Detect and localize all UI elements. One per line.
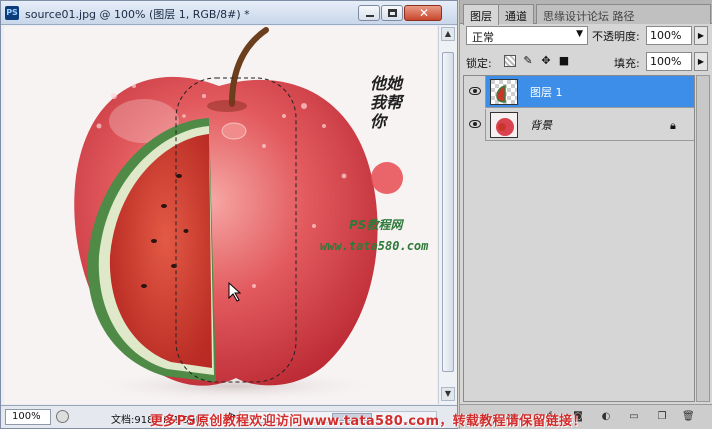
fill-field[interactable]: 100% (646, 52, 692, 71)
new-group-icon[interactable]: ▭ (628, 411, 640, 423)
document-info: 文档:918.8K/1.59M (111, 415, 204, 426)
stem-cavity (207, 100, 247, 112)
opacity-field[interactable]: 100% (646, 26, 692, 45)
large-droplet (221, 122, 247, 140)
layer1-thumbnail-art (496, 85, 506, 103)
opacity-slider-arrow-icon[interactable]: ▶ (694, 26, 708, 45)
status-options-icon[interactable] (56, 410, 69, 423)
opacity-label: 不透明度: (592, 30, 640, 43)
image-canvas[interactable]: 他她 我帮 你 PS教程网 www.tata580.com (4, 26, 437, 404)
link-layers-icon[interactable]: ∞ (504, 411, 516, 423)
scroll-down-icon[interactable]: ▼ (441, 387, 455, 401)
visibility-toggle[interactable] (464, 109, 486, 141)
lock-transparent-pixels-icon[interactable] (504, 55, 516, 67)
new-layer-icon[interactable]: ❐ (656, 411, 668, 423)
minimize-icon (366, 15, 374, 17)
layer-row-layer1[interactable]: 图层 1 (464, 76, 694, 108)
document-window: PS source01.jpg @ 100% (图层 1, RGB/8#) * … (0, 0, 458, 429)
delete-layer-icon[interactable]: 🗑︎ (682, 411, 695, 423)
lock-icon: 🔒︎ (670, 119, 676, 132)
document-title-bar[interactable]: PS source01.jpg @ 100% (图层 1, RGB/8#) * … (1, 1, 457, 25)
eye-icon (469, 87, 481, 95)
status-bar: 100% 文档:918.8K/1.59M ▶ (1, 405, 457, 428)
layers-panel-footer: ∞ ƒ ◙ ◐ ▭ ❐ 🗑︎ (460, 404, 712, 429)
background-thumbnail-art (496, 118, 514, 136)
maximize-button[interactable] (381, 5, 403, 21)
layer-thumbnail (490, 79, 518, 105)
panel-tab-bar: 图层 通道 思缘设计论坛 路径 (460, 0, 712, 25)
add-mask-icon[interactable]: ◙ (572, 411, 584, 423)
adjustment-layer-icon[interactable]: ◐ (600, 411, 612, 423)
signature-line-1: 他她 (370, 74, 403, 93)
lock-image-pixels-icon[interactable]: ✎ (522, 55, 534, 67)
status-menu-arrow-icon[interactable]: ▶ (229, 411, 236, 421)
blend-mode-select[interactable]: 正常 ▼ (466, 26, 588, 45)
layer-thumbnail (490, 112, 518, 138)
layer-name[interactable]: 图层 1 (530, 84, 563, 100)
fill-slider-arrow-icon[interactable]: ▶ (694, 52, 708, 71)
photoshop-app-icon: PS (5, 6, 19, 20)
visibility-toggle[interactable] (464, 76, 486, 108)
horizontal-scrollbar[interactable] (239, 411, 437, 423)
site-url-text: www.tata580.com (320, 239, 429, 253)
chevron-down-icon: ▼ (576, 29, 583, 39)
minimize-button[interactable] (358, 5, 380, 21)
layer-style-icon[interactable]: ƒ (544, 411, 556, 423)
tab-layers[interactable]: 图层 (463, 4, 499, 25)
lock-row: 锁定: ✎ ✥ ■ 填充: 100% ▶ (460, 51, 712, 73)
site-name-text: PS教程网 (349, 218, 403, 232)
layers-list: 图层 1 背景 🔒︎ (463, 75, 695, 402)
calligraphy-signature: 他她 我帮 你 (370, 74, 420, 131)
close-button[interactable]: ✕ (404, 5, 442, 21)
layers-scrollbar[interactable] (696, 75, 710, 402)
tab-paths[interactable]: 思缘设计论坛 路径 (536, 4, 711, 24)
eye-icon (469, 120, 481, 128)
maximize-icon (388, 9, 397, 17)
layer-name[interactable]: 背景 (530, 117, 552, 133)
seal-stamp (371, 162, 403, 194)
horizontal-scroll-thumb[interactable] (332, 413, 372, 421)
fill-label: 填充: (614, 57, 640, 70)
signature-line-3: 你 (370, 112, 387, 131)
lock-all-icon[interactable]: ■ (558, 55, 570, 67)
zoom-field[interactable]: 100% (5, 409, 51, 425)
blend-mode-value: 正常 (472, 31, 494, 44)
signature-line-2: 我帮 (370, 93, 403, 112)
tab-channels[interactable]: 通道 (498, 4, 534, 24)
vertical-scroll-thumb[interactable] (442, 52, 454, 372)
vertical-scrollbar[interactable]: ▲ ▼ (438, 26, 457, 404)
layers-panel: 图层 通道 思缘设计论坛 路径 正常 ▼ 不透明度: 100% ▶ 锁定: ✎ … (459, 0, 712, 429)
lock-label: 锁定: (466, 57, 492, 70)
close-icon: ✕ (419, 6, 430, 20)
scroll-up-icon[interactable]: ▲ (441, 27, 455, 41)
document-title: source01.jpg @ 100% (图层 1, RGB/8#) * (25, 8, 250, 21)
lock-position-icon[interactable]: ✥ (540, 55, 552, 67)
layer-row-background[interactable]: 背景 🔒︎ (464, 109, 694, 141)
